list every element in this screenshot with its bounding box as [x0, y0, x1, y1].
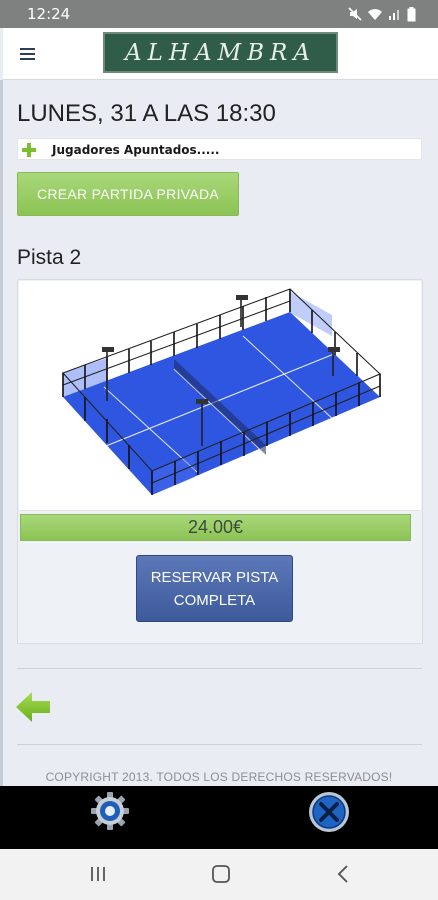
home-icon[interactable]: [211, 863, 231, 885]
back-icon[interactable]: [335, 863, 351, 885]
recent-apps-icon[interactable]: [89, 863, 107, 885]
players-label: Jugadores Apuntados.....: [52, 143, 220, 157]
court-image: [19, 281, 421, 511]
wifi-icon: [368, 9, 382, 20]
logo-text: ALHAMBRA: [125, 39, 316, 66]
plus-icon: [22, 143, 36, 157]
bottom-app-bar: [0, 786, 438, 849]
battery-icon: [407, 6, 416, 21]
hamburger-menu-icon[interactable]: [3, 28, 51, 80]
app-screen: 12:24 ALHAMBRA LUNES, 31 A LAS 18:30 Jug…: [0, 0, 438, 900]
status-time: 12:24: [27, 5, 71, 23]
close-icon[interactable]: [308, 791, 350, 833]
padel-court-illustration: [62, 288, 381, 495]
booking-date-title: LUNES, 31 A LAS 18:30: [17, 100, 276, 127]
copyright-text: COPYRIGHT 2013. TODOS LOS DERECHOS RESER…: [45, 770, 393, 784]
reserve-button-line2: COMPLETA: [173, 591, 256, 609]
court-price: 24.00€: [20, 514, 411, 541]
divider: [17, 668, 422, 669]
reserve-full-court-button[interactable]: RESERVAR PISTA COMPLETA: [136, 555, 293, 622]
club-logo: ALHAMBRA: [103, 32, 338, 73]
app-header: ALHAMBRA: [3, 28, 438, 80]
reserve-button-line1: RESERVAR PISTA: [150, 568, 279, 586]
create-private-match-button[interactable]: CREAR PARTIDA PRIVADA: [17, 172, 239, 216]
divider: [17, 744, 422, 745]
settings-gear-icon[interactable]: [90, 791, 130, 831]
mute-icon: [348, 7, 362, 21]
left-edge-strip: [0, 80, 3, 786]
system-nav-bar: [0, 849, 438, 900]
court-card: 24.00€ RESERVAR PISTA COMPLETA: [17, 279, 423, 644]
arrow-left-icon[interactable]: [16, 690, 52, 724]
court-title: Pista 2: [17, 246, 82, 269]
status-bar: 12:24: [0, 0, 438, 28]
signal-icon: [389, 10, 399, 20]
players-list-toggle[interactable]: Jugadores Apuntados.....: [17, 138, 422, 160]
status-icons: [348, 6, 416, 22]
